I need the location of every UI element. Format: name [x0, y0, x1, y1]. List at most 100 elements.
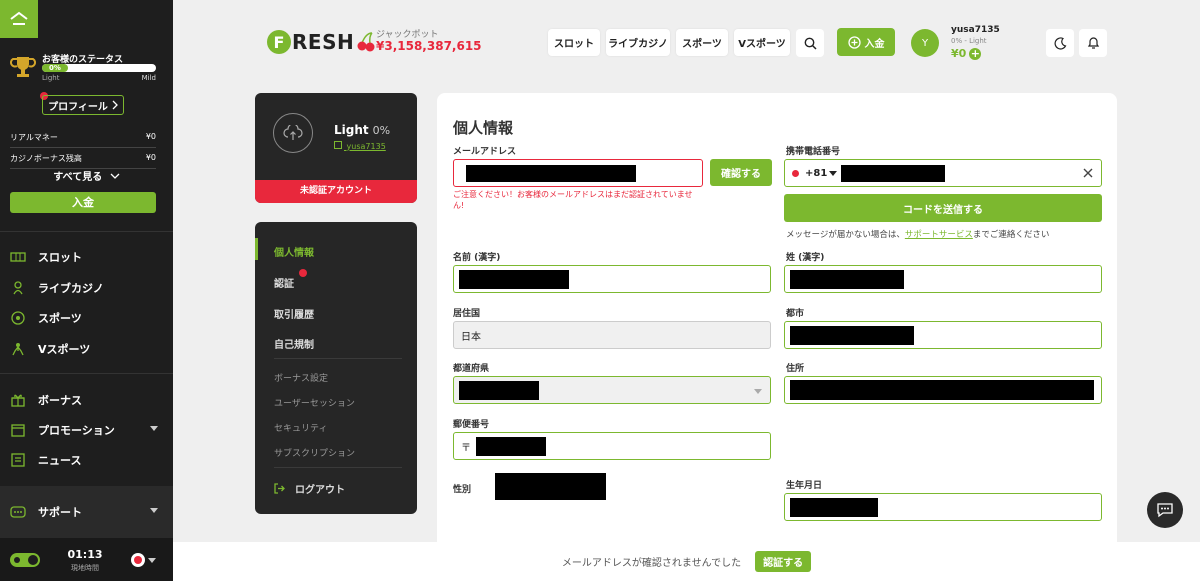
- logout-label: ログアウト: [295, 485, 345, 496]
- redacted-block: [790, 498, 878, 517]
- first-name-field[interactable]: [453, 265, 771, 293]
- sidebar-divider: [0, 373, 173, 374]
- add-funds-icon[interactable]: +: [969, 47, 982, 60]
- profile-username: yusa7135: [346, 142, 386, 151]
- chevron-down-icon: [754, 389, 762, 394]
- upload-avatar-button[interactable]: [273, 113, 313, 153]
- bell-icon: [1087, 37, 1099, 49]
- real-money-label: リアルマネー: [10, 133, 58, 142]
- redacted-block: [841, 165, 945, 182]
- sms-help-note: メッセージが届かない場合は、サポートサービスまでご連絡ください: [786, 228, 1049, 240]
- chevron-right-icon: [112, 100, 118, 110]
- search-button[interactable]: [796, 29, 824, 57]
- sidebar-item-bonus[interactable]: ボーナス: [10, 390, 162, 410]
- redacted-block: [476, 437, 546, 456]
- language-flag-icon[interactable]: [131, 553, 145, 567]
- sidebar-item-slots[interactable]: スロット: [10, 247, 162, 267]
- redacted-block: [459, 270, 569, 289]
- header-nav-live-casino[interactable]: ライブカジノ: [606, 29, 670, 56]
- support-icon: [10, 504, 26, 520]
- header-nav-slots[interactable]: スロット: [548, 29, 600, 56]
- postal-code-field[interactable]: 〒: [453, 432, 771, 460]
- logout-button[interactable]: ログアウト: [274, 481, 345, 496]
- phone-country-code[interactable]: +81: [805, 168, 827, 179]
- avatar[interactable]: Y: [911, 29, 939, 57]
- status-progress-fill: 0%: [42, 64, 68, 72]
- sidebar-deposit-button[interactable]: 入金: [10, 192, 156, 213]
- news-icon: [10, 452, 26, 468]
- verify-email-button[interactable]: 確認する: [710, 159, 772, 186]
- header-nav-vsports[interactable]: Vスポーツ: [734, 29, 790, 56]
- address-field[interactable]: [784, 376, 1102, 404]
- redacted-block: [790, 270, 904, 289]
- chevron-down-icon: [110, 173, 120, 179]
- send-code-button[interactable]: コードを送信する: [784, 194, 1102, 222]
- prefecture-select[interactable]: [453, 376, 771, 404]
- header-nav-sports[interactable]: スポーツ: [676, 29, 728, 56]
- redacted-block: [790, 380, 1094, 400]
- local-time-label: 現地時間: [71, 564, 99, 572]
- see-all-button[interactable]: すべて見る: [0, 168, 173, 183]
- menu-item-security[interactable]: セキュリティ: [274, 421, 327, 434]
- bonus-value: ¥0: [145, 153, 156, 162]
- menu-item-self-limitation[interactable]: 自己規制: [274, 336, 314, 351]
- status-level-next: Mild: [141, 74, 156, 82]
- sidebar-item-vsports[interactable]: Vスポーツ: [10, 339, 162, 359]
- sidebar-item-support[interactable]: サポート: [10, 502, 162, 522]
- trophy-icon: [10, 57, 36, 77]
- profile-level-name: Light: [334, 123, 369, 137]
- theme-toggle[interactable]: [10, 553, 40, 567]
- live-chat-button[interactable]: [1147, 492, 1183, 528]
- jackpot-value: ¥3,158,387,615: [376, 39, 482, 53]
- birthdate-field[interactable]: [784, 493, 1102, 521]
- city-label: 都市: [786, 309, 805, 319]
- fresh-logo[interactable]: F RESH: [267, 30, 376, 54]
- logo-text: RESH: [292, 30, 355, 54]
- cloud-upload-icon: [283, 125, 303, 140]
- home-button[interactable]: [0, 0, 38, 38]
- phone-field[interactable]: +81: [784, 159, 1102, 187]
- header-user-level: 0% - Light: [951, 37, 987, 45]
- sidebar-item-promotions[interactable]: プロモーション: [10, 420, 162, 440]
- menu-item-subscriptions[interactable]: サブスクリプション: [274, 446, 355, 459]
- sidebar-item-news[interactable]: ニュース: [10, 450, 162, 470]
- edit-icon: [334, 141, 342, 149]
- dark-mode-button[interactable]: [1046, 29, 1074, 57]
- menu-item-transactions[interactable]: 取引履歴: [274, 306, 314, 321]
- sidebar-item-sports[interactable]: スポーツ: [10, 308, 162, 328]
- account-menu: 個人情報 認証 取引履歴 自己規制 ボーナス設定 ユーザーセッション セキュリテ…: [255, 222, 417, 514]
- bonus-label: カジノボーナス残高: [10, 154, 82, 163]
- profile-level: Light 0%: [334, 123, 390, 137]
- menu-item-personal-info[interactable]: 個人情報: [274, 244, 314, 259]
- bonus-row: カジノボーナス残高 ¥0: [10, 153, 156, 169]
- real-money-row: リアルマネー ¥0: [10, 132, 156, 148]
- banner-verify-button[interactable]: 認証する: [755, 551, 812, 572]
- country-field: 日本: [453, 321, 771, 349]
- profile-button-label: プロフィール: [48, 101, 108, 113]
- real-money-value: ¥0: [145, 132, 156, 141]
- profile-button[interactable]: プロフィール: [42, 95, 124, 115]
- last-name-label: 姓 (漢字): [786, 253, 825, 263]
- support-service-link[interactable]: サポートサービス: [905, 230, 973, 240]
- header-deposit-button[interactable]: 入金: [837, 28, 895, 56]
- postal-prefix: 〒: [461, 442, 471, 454]
- profile-username-link[interactable]: yusa7135: [334, 141, 386, 151]
- notifications-button[interactable]: [1079, 29, 1107, 57]
- sidebar-item-live-casino[interactable]: ライブカジノ: [10, 278, 162, 298]
- verification-alert-dot: [299, 269, 307, 277]
- birthdate-label: 生年月日: [786, 481, 823, 491]
- phone-label: 携帯電話番号: [786, 147, 841, 157]
- menu-item-user-sessions[interactable]: ユーザーセッション: [274, 396, 355, 409]
- sidebar-item-label: サポート: [38, 506, 82, 519]
- email-error-message: ご注意ください！お客様のメールアドレスはまだ認証されていません!: [453, 190, 693, 210]
- last-name-field[interactable]: [784, 265, 1102, 293]
- email-field[interactable]: [453, 159, 703, 187]
- redacted-block: [466, 165, 636, 182]
- menu-item-bonus-settings[interactable]: ボーナス設定: [274, 371, 328, 384]
- live-casino-icon: [10, 280, 26, 296]
- city-field[interactable]: [784, 321, 1102, 349]
- menu-item-verification[interactable]: 認証: [274, 275, 294, 290]
- page-title: 個人情報: [453, 119, 514, 137]
- soccer-ball-icon: [10, 310, 26, 326]
- close-icon[interactable]: [1083, 168, 1093, 178]
